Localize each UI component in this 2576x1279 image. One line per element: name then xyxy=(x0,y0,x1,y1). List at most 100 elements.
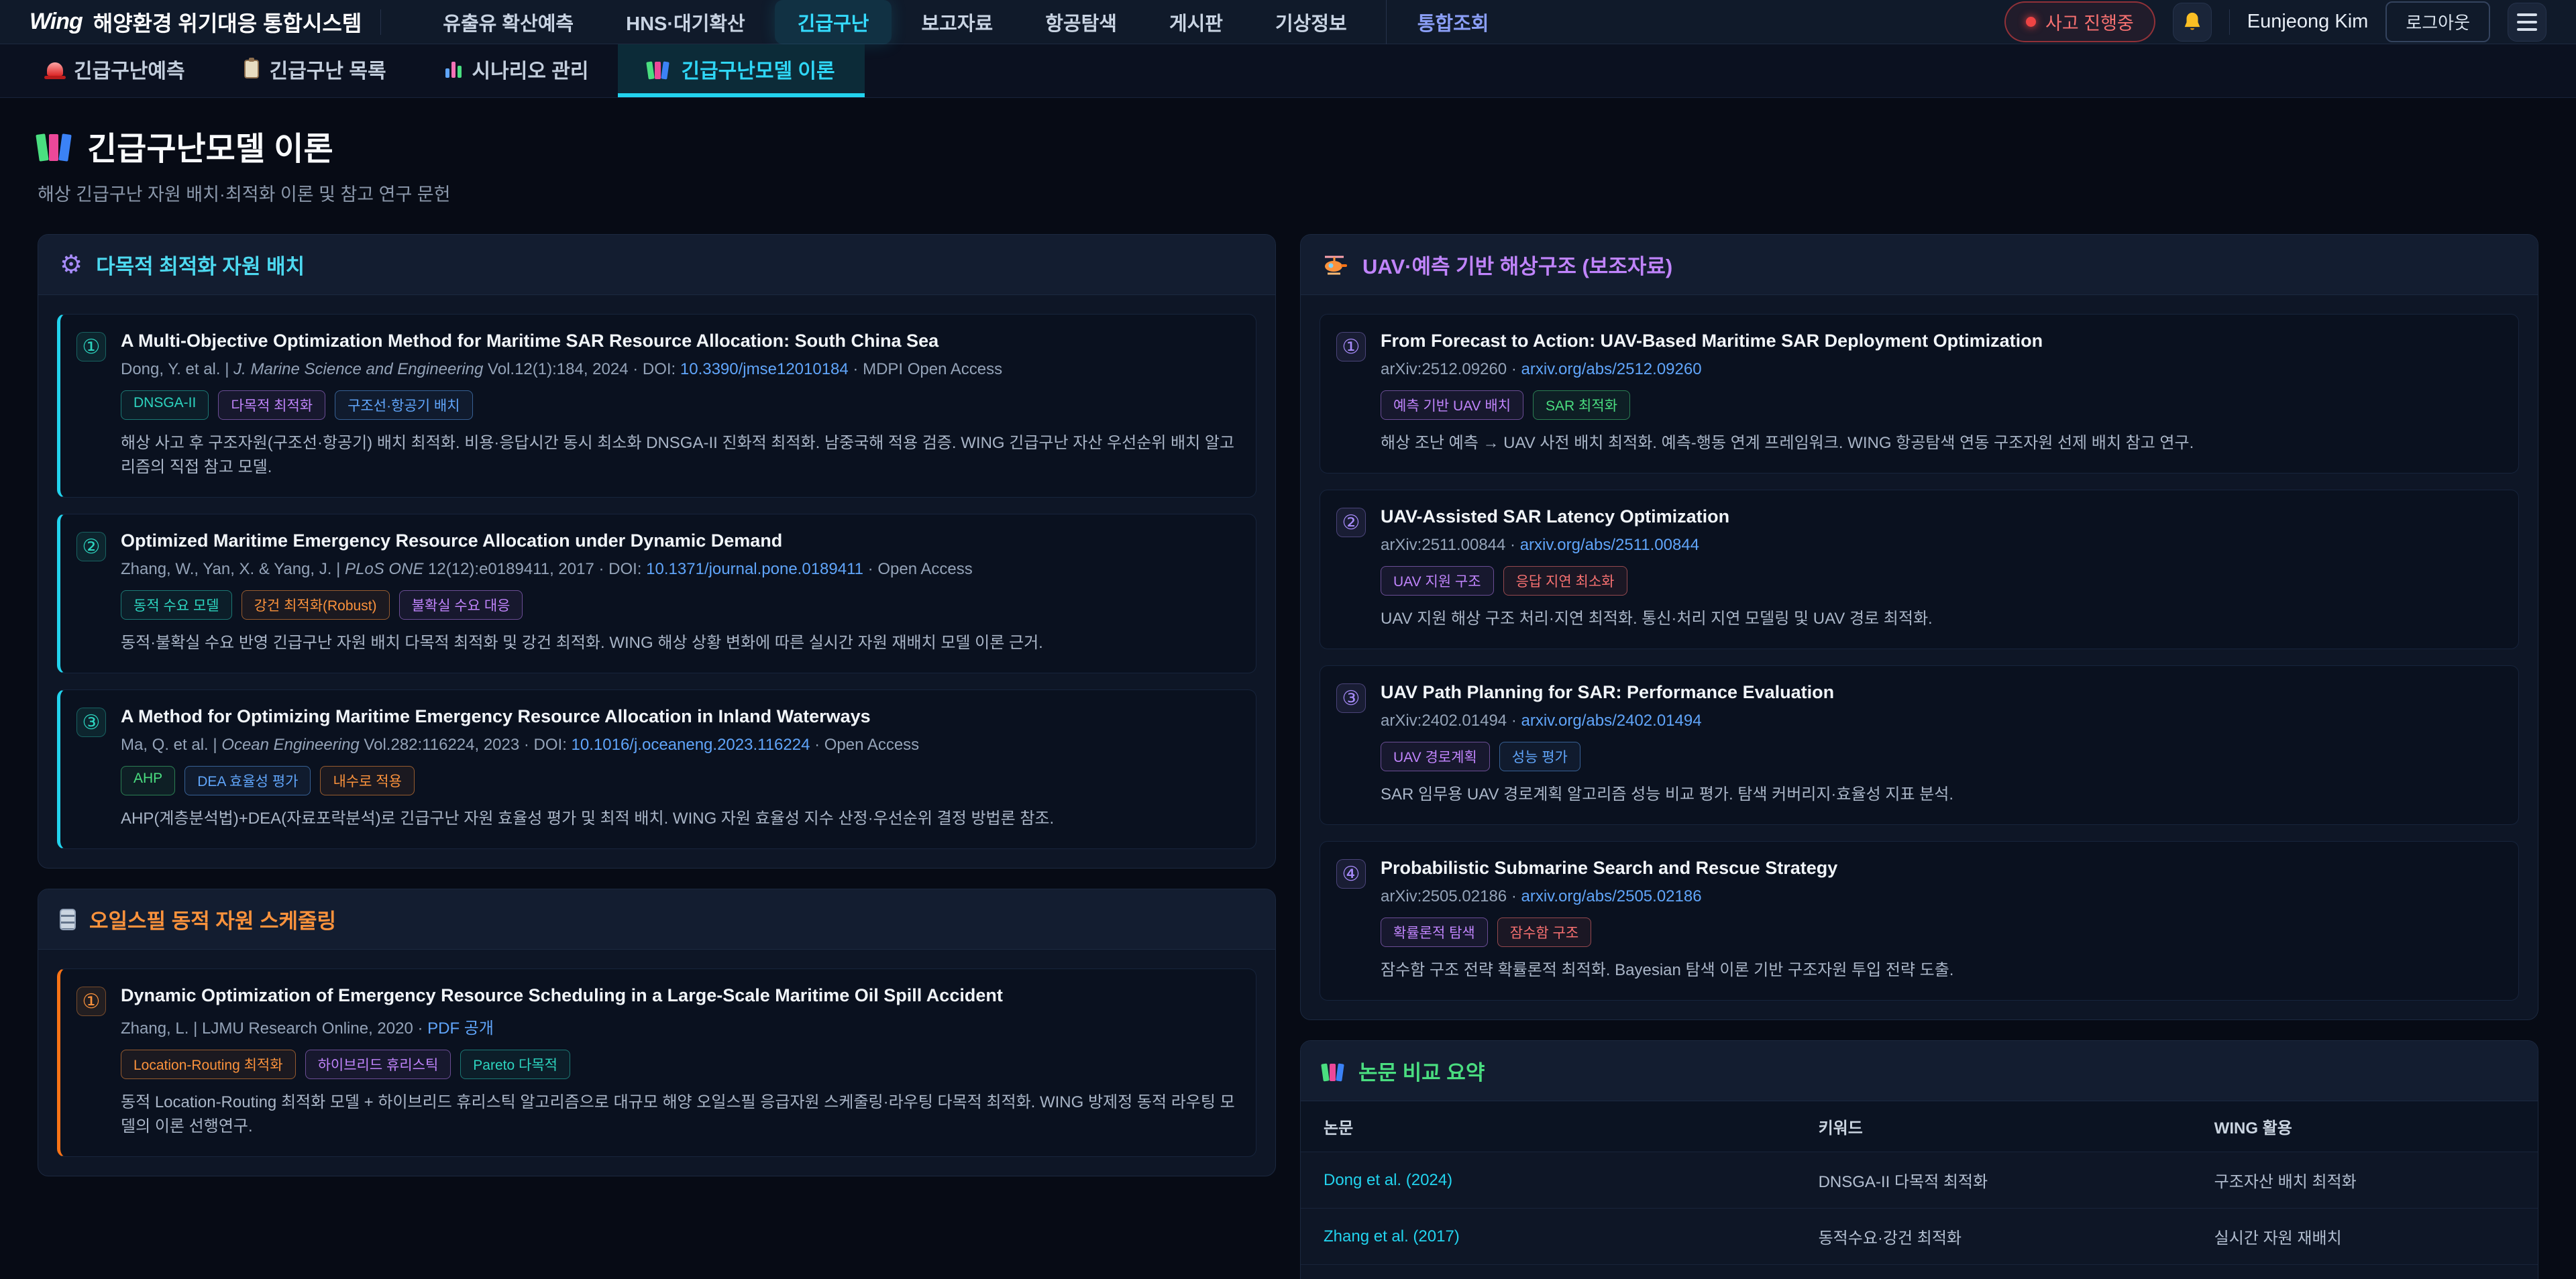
paper-title: Probabilistic Submarine Search and Rescu… xyxy=(1381,858,2498,879)
books-icon xyxy=(647,59,670,79)
nav-integrated-search[interactable]: 통합조회 xyxy=(1386,0,1512,44)
paper-description: 해상 조난 예측 → UAV 사전 배치 최적화. 예측-행동 연계 프레임워크… xyxy=(1381,431,2498,455)
card-title: 논문 비교 요약 xyxy=(1358,1056,1485,1086)
nav-board[interactable]: 게시판 xyxy=(1146,0,1246,44)
page-title: 긴급구난모델 이론 xyxy=(38,122,2538,169)
tag: 불확실 수요 대응 xyxy=(399,590,523,620)
paper-title: UAV Path Planning for SAR: Performance E… xyxy=(1381,682,2498,703)
nav-hns[interactable]: HNS·대기확산 xyxy=(603,0,768,44)
card-title: 오일스필 동적 자원 스케줄링 xyxy=(89,904,336,934)
paper-meta: arXiv:2511.00844 · arxiv.org/abs/2511.00… xyxy=(1381,536,2498,555)
usage-cell: 실시간 자원 재배치 xyxy=(2192,1209,2538,1265)
app-title: 해양환경 위기대응 통합시스템 xyxy=(93,7,362,38)
paper-description: AHP(계층분석법)+DEA(자료포락분석)로 긴급구난 자원 효율성 평가 및… xyxy=(121,807,1236,831)
paper-tags: 예측 기반 UAV 배치 SAR 최적화 xyxy=(1381,390,2498,420)
paper-title: A Multi-Objective Optimization Method fo… xyxy=(121,331,1236,351)
pdf-link[interactable]: PDF 공개 xyxy=(427,1019,494,1038)
tag: SAR 최적화 xyxy=(1533,390,1630,420)
page-title-text: 긴급구난모델 이론 xyxy=(87,122,333,169)
hamburger-icon xyxy=(2517,13,2537,31)
tab-scenario-management[interactable]: 시나리오 관리 xyxy=(416,44,619,97)
paper-item: ③ UAV Path Planning for SAR: Performance… xyxy=(1320,665,2519,825)
paper-item: ② UAV-Assisted SAR Latency Optimization … xyxy=(1320,490,2519,649)
alert-dot-icon xyxy=(2026,17,2036,27)
card-header: 논문 비교 요약 xyxy=(1301,1041,2538,1101)
card-uav-rescue: UAV·예측 기반 해상구조 (보조자료) ① From Forecast to… xyxy=(1300,234,2538,1020)
tag: DEA 효율성 평가 xyxy=(184,766,311,795)
logout-button[interactable]: 로그아웃 xyxy=(2385,1,2490,42)
paper-title: A Method for Optimizing Maritime Emergen… xyxy=(121,706,1236,727)
nav-weather[interactable]: 기상정보 xyxy=(1252,0,1370,44)
tag: 구조선·항공기 배치 xyxy=(335,390,472,420)
tab-rescue-list[interactable]: 긴급구난 목록 xyxy=(215,44,416,97)
table-header-row: 논문 키워드 WING 활용 xyxy=(1301,1101,2538,1152)
main-content: 긴급구난모델 이론 해상 긴급구난 자원 배치·최적화 이론 및 참고 연구 문… xyxy=(0,98,2576,1279)
paper-item: ③ A Method for Optimizing Maritime Emerg… xyxy=(57,689,1256,849)
tag: 잠수함 구조 xyxy=(1497,917,1591,947)
tag: 내수로 적용 xyxy=(320,766,414,795)
paper-number: ④ xyxy=(1336,859,1366,889)
doi-link[interactable]: 10.1371/journal.pone.0189411 xyxy=(646,560,863,578)
arxiv-link[interactable]: arxiv.org/abs/2511.00844 xyxy=(1520,536,1699,554)
tab-label: 긴급구난모델 이론 xyxy=(681,54,835,84)
tab-label: 긴급구난예측 xyxy=(74,54,185,84)
doi-link[interactable]: 10.1016/j.oceaneng.2023.116224 xyxy=(572,736,810,754)
tag: 성능 평가 xyxy=(1499,742,1580,771)
card-header: UAV·예측 기반 해상구조 (보조자료) xyxy=(1301,235,2538,295)
nav-aerial-search[interactable]: 항공탐색 xyxy=(1022,0,1140,44)
column-header: 키워드 xyxy=(1796,1101,2192,1152)
oil-drum-icon xyxy=(60,909,76,930)
paper-tags: Location-Routing 최적화 하이브리드 휴리스틱 Pareto 다… xyxy=(121,1050,1236,1079)
column-header: WING 활용 xyxy=(2192,1101,2538,1152)
paper-tags: AHP DEA 효율성 평가 내수로 적용 xyxy=(121,766,1236,795)
paper-title: Optimized Maritime Emergency Resource Al… xyxy=(121,531,1236,551)
tag: UAV 경로계획 xyxy=(1381,742,1490,771)
paper-title: Dynamic Optimization of Emergency Resour… xyxy=(121,985,1236,1006)
top-bar: Wing 해양환경 위기대응 통합시스템 유출유 확산예측 HNS·대기확산 긴… xyxy=(0,0,2576,44)
comparison-chart-icon xyxy=(1322,1061,1345,1081)
helicopter-icon xyxy=(1322,254,1349,276)
table-row: Zhang et al. (2017) 동적수요·강건 최적화 실시간 자원 재… xyxy=(1301,1209,2538,1265)
paper-item: ① A Multi-Objective Optimization Method … xyxy=(57,314,1256,498)
card-header: 오일스필 동적 자원 스케줄링 xyxy=(38,889,1275,950)
tag: DNSGA-II xyxy=(121,390,209,420)
right-column: UAV·예측 기반 해상구조 (보조자료) ① From Forecast to… xyxy=(1300,234,2538,1279)
arxiv-link[interactable]: arxiv.org/abs/2505.02186 xyxy=(1521,887,1701,905)
menu-button[interactable] xyxy=(2508,3,2546,42)
nav-oil-spill[interactable]: 유출유 확산예측 xyxy=(420,0,596,44)
main-nav: 유출유 확산예측 HNS·대기확산 긴급구난 보고자료 항공탐색 게시판 기상정… xyxy=(420,0,1511,44)
clipboard-icon xyxy=(244,60,259,78)
nav-emergency-rescue[interactable]: 긴급구난 xyxy=(775,0,892,44)
page-subtitle: 해상 긴급구난 자원 배치·최적화 이론 및 참고 연구 문헌 xyxy=(38,180,2538,206)
column-header: 논문 xyxy=(1301,1101,1796,1152)
paper-link[interactable]: Dong et al. (2024) xyxy=(1301,1152,1796,1209)
paper-meta: Zhang, W., Yan, X. & Yang, J. | PLoS ONE… xyxy=(121,560,1236,579)
paper-description: 해상 사고 후 구조자원(구조선·항공기) 배치 최적화. 비용·응답시간 동시… xyxy=(121,431,1236,480)
paper-item: ① From Forecast to Action: UAV-Based Mar… xyxy=(1320,314,2519,474)
nav-reports[interactable]: 보고자료 xyxy=(898,0,1016,44)
paper-link[interactable]: Zhang et al. (2017) xyxy=(1301,1209,1796,1265)
logo-wing-mark: Wing xyxy=(30,9,83,35)
divider xyxy=(2229,9,2230,35)
paper-meta: Dong, Y. et al. | J. Marine Science and … xyxy=(121,360,1236,379)
table-row: Ma et al. (2023) AHP + DEA 자원 효율성 평가 xyxy=(1301,1265,2538,1279)
arxiv-link[interactable]: arxiv.org/abs/2512.09260 xyxy=(1521,360,1701,378)
paper-link[interactable]: Ma et al. (2023) xyxy=(1301,1265,1796,1279)
notifications-button[interactable] xyxy=(2173,3,2212,42)
paper-tags: 동적 수요 모델 강건 최적화(Robust) 불확실 수요 대응 xyxy=(121,590,1236,620)
user-name: Eunjeong Kim xyxy=(2247,11,2369,33)
doi-link[interactable]: 10.3390/jmse12010184 xyxy=(680,360,849,378)
tag: 강건 최적화(Robust) xyxy=(241,590,390,620)
paper-meta: Zhang, L. | LJMU Research Online, 2020 ·… xyxy=(121,1015,1236,1038)
arxiv-link[interactable]: arxiv.org/abs/2402.01494 xyxy=(1521,712,1701,730)
incident-status-badge: 사고 진행중 xyxy=(2004,1,2155,42)
tab-rescue-model-theory[interactable]: 긴급구난모델 이론 xyxy=(618,44,864,97)
sub-tab-bar: 긴급구난예측 긴급구난 목록 시나리오 관리 긴급구난모델 이론 xyxy=(0,44,2576,98)
paper-item: ④ Probabilistic Submarine Search and Res… xyxy=(1320,841,2519,1001)
paper-number: ① xyxy=(1336,332,1366,362)
paper-description: SAR 임무용 UAV 경로계획 알고리즘 성능 비교 평가. 탐색 커버리지·… xyxy=(1381,783,2498,807)
tab-rescue-prediction[interactable]: 긴급구난예측 xyxy=(17,44,215,97)
books-icon xyxy=(38,130,72,161)
paper-meta: arXiv:2512.09260 · arxiv.org/abs/2512.09… xyxy=(1381,360,2498,379)
usage-cell: 자원 효율성 평가 xyxy=(2192,1265,2538,1279)
